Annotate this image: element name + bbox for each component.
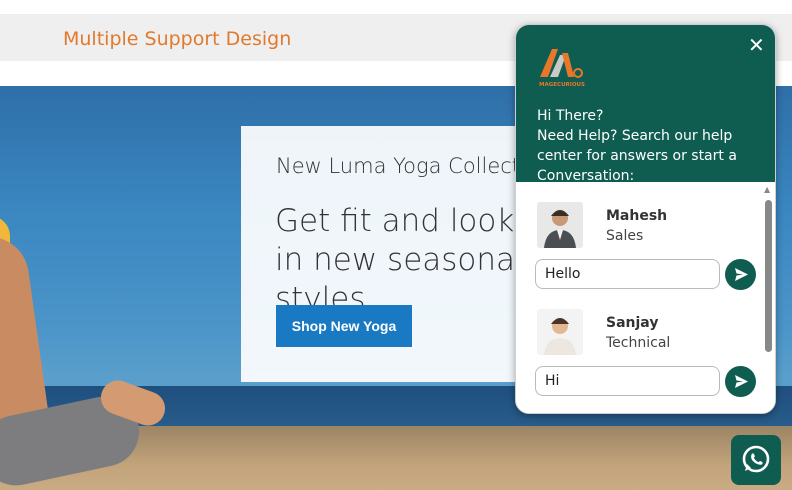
message-input-sanjay[interactable] xyxy=(535,366,720,396)
brand-logo-text: MAGECURIOUS xyxy=(539,82,585,88)
promo-subtitle: New Luma Yoga Collection xyxy=(276,154,553,178)
avatar xyxy=(537,202,583,248)
brand-logo: MAGECURIOUS xyxy=(539,49,585,88)
whatsapp-button[interactable] xyxy=(731,435,781,485)
greeting-line2: Need Help? Search our help center for an… xyxy=(537,128,737,184)
message-input-mahesh[interactable] xyxy=(535,259,720,289)
greeting-line1: Hi There? xyxy=(537,108,604,124)
chat-widget-header: ✕ MAGECURIOUS Hi There? Need Help? Searc… xyxy=(516,25,775,184)
scroll-up-arrow-icon[interactable]: ▲ xyxy=(764,185,770,194)
whatsapp-icon xyxy=(742,445,770,473)
chat-widget: ✕ MAGECURIOUS Hi There? Need Help? Searc… xyxy=(515,24,776,414)
agent-role: Technical xyxy=(606,335,671,351)
agent-card-mahesh: Mahesh Sales xyxy=(516,182,761,290)
agent-list: Mahesh Sales Sanjay Technical xyxy=(516,182,775,413)
agent-role: Sales xyxy=(606,228,644,244)
avatar xyxy=(537,309,583,355)
send-button-sanjay[interactable] xyxy=(725,366,756,397)
scrollbar-thumb[interactable] xyxy=(765,200,772,352)
greeting-text: Hi There? Need Help? Search our help cen… xyxy=(537,106,773,186)
shop-new-yoga-button[interactable]: Shop New Yoga xyxy=(276,305,412,347)
agent-card-sanjay: Sanjay Technical xyxy=(516,288,761,397)
send-icon xyxy=(735,375,748,388)
agent-name: Sanjay xyxy=(606,315,659,331)
agent-name: Mahesh xyxy=(606,208,668,224)
page-title: Multiple Support Design xyxy=(63,28,292,50)
send-icon xyxy=(735,268,748,281)
close-icon[interactable]: ✕ xyxy=(748,33,765,57)
send-button-mahesh[interactable] xyxy=(725,259,756,290)
